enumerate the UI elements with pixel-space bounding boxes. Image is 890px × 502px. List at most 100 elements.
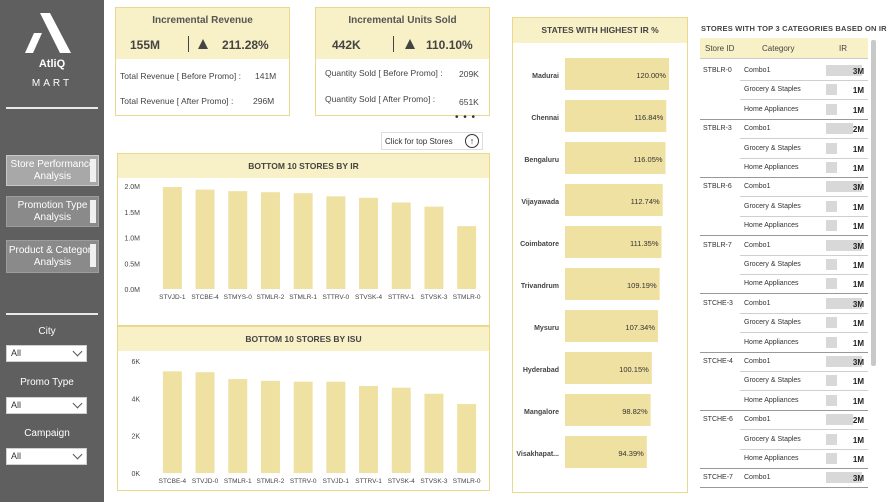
- ir-bar: [826, 200, 838, 212]
- ir-value: 1M: [852, 261, 864, 270]
- category-label: Bengaluru: [524, 157, 559, 164]
- filter-promo-label: Promo Type: [20, 377, 74, 388]
- ir-bar: [826, 278, 837, 290]
- bar: [195, 372, 215, 473]
- data-label: 94.39%: [618, 449, 644, 458]
- table-scrollbar[interactable]: [871, 40, 876, 366]
- table-row[interactable]: STBLR-3 Combo1 2M: [700, 120, 868, 140]
- x-tick-label: STCBE-4: [191, 294, 219, 301]
- cell-category: Grocery & Staples: [744, 86, 801, 94]
- y-tick-label: 0K: [131, 471, 140, 478]
- promo-type-select[interactable]: All: [6, 397, 87, 414]
- ir-value: 2M: [852, 125, 864, 135]
- table-row[interactable]: Grocery & Staples 1M: [700, 81, 868, 101]
- cell-category: Grocery & Staples: [744, 377, 801, 385]
- category-label: Vijayawada: [521, 199, 559, 206]
- table-row[interactable]: Home Appliances 1M: [700, 275, 868, 295]
- table-row[interactable]: Grocery & Staples 1M: [700, 314, 868, 334]
- kpi-title: Incremental Revenue: [152, 15, 253, 26]
- y-tick-label: 0.0M: [124, 287, 140, 294]
- table-header: Store ID Category IR: [700, 38, 868, 59]
- category-label: Coimbatore: [520, 241, 559, 248]
- data-label: 116.05%: [634, 155, 663, 164]
- ir-value: 3M: [852, 358, 864, 367]
- arrow-up-icon: ↑: [465, 134, 479, 148]
- bar: [326, 196, 346, 289]
- cell-category: Grocery & Staples: [744, 261, 801, 268]
- category-label: Mysuru: [534, 325, 559, 332]
- cell-store-id: STCHE-7: [703, 474, 733, 482]
- ir-bar: [826, 317, 838, 329]
- cell-category: Combo1: [744, 67, 771, 74]
- table-row[interactable]: Grocery & Staples 1M: [700, 198, 868, 217]
- cell-ir: 3M: [824, 239, 866, 253]
- kpi-row-label: Quantity Sold [ After Promo] :: [325, 94, 436, 104]
- cell-category: Combo1: [744, 299, 771, 307]
- cell-category: Combo1: [744, 416, 771, 424]
- table-row[interactable]: STBLR-6 Combo1 3M: [700, 178, 868, 198]
- cell-category: Home Appliances: [744, 105, 799, 113]
- table-row[interactable]: Home Appliances 1M: [700, 159, 868, 178]
- bar: [457, 404, 477, 473]
- data-label: 120.00%: [636, 71, 666, 80]
- x-tick-label: STMLR-2: [257, 478, 285, 485]
- table-row[interactable]: Home Appliances 1M: [700, 392, 868, 411]
- cell-ir: 2M: [824, 413, 866, 427]
- table-row[interactable]: Home Appliances 1M: [700, 101, 868, 120]
- table-row[interactable]: Grocery & Staples 1M: [700, 431, 868, 450]
- nav-product-category[interactable]: Product & Category Analysis: [6, 240, 99, 273]
- ir-value: 1M: [852, 86, 864, 96]
- nav-promotion-type[interactable]: Promotion Type Analysis: [6, 196, 99, 227]
- table-row[interactable]: Home Appliances 1M: [700, 217, 868, 237]
- table-row[interactable]: STCHE-7 Combo1 3M: [700, 469, 868, 489]
- campaign-select[interactable]: All: [6, 448, 87, 465]
- table-row[interactable]: STCHE-4 Combo1 3M: [700, 353, 868, 372]
- kpi-incremental-units: Incremental Units Sold 442K 110.10% Quan…: [315, 7, 490, 116]
- kpi-row-label: Total Revenue [ After Promo] :: [120, 96, 234, 106]
- cell-category: Home Appliances: [744, 396, 799, 404]
- table-row[interactable]: Grocery & Staples 1M: [700, 256, 868, 275]
- sidebar-divider: [6, 107, 98, 109]
- table-row[interactable]: STCHE-6 Combo1 2M: [700, 411, 868, 431]
- bar: [260, 380, 280, 473]
- select-value: All: [11, 451, 22, 461]
- filter-city-label: City: [38, 326, 56, 337]
- ir-bar: [826, 259, 838, 270]
- ir-bar: [826, 123, 853, 135]
- cell-category: Combo1: [744, 183, 771, 191]
- table-row[interactable]: Home Appliances 1M: [700, 450, 868, 469]
- nav-store-performance[interactable]: Store Performance Analysis: [6, 155, 99, 186]
- table-row[interactable]: Grocery & Staples 1M: [700, 372, 868, 392]
- kpi-title: Incremental Units Sold: [348, 15, 457, 26]
- bar: [424, 393, 444, 473]
- ir-value: 1M: [852, 144, 864, 154]
- cell-category: Grocery & Staples: [744, 319, 801, 327]
- table-row[interactable]: Home Appliances 1M: [700, 334, 868, 353]
- ir-value: 2M: [852, 416, 864, 426]
- table-row[interactable]: STCHE-3 Combo1 3M: [700, 295, 868, 314]
- cell-store-id: STCHE-6: [703, 416, 733, 424]
- x-tick-label: STMLR-0: [453, 294, 481, 301]
- select-value: All: [11, 400, 22, 410]
- table-row[interactable]: STBLR-0 Combo1 3M: [700, 62, 868, 81]
- cell-ir: 3M: [824, 180, 866, 194]
- header-category: Category: [762, 44, 795, 53]
- x-tick-label: STMLR-1: [224, 478, 252, 485]
- nav-label: Promotion Type Analysis: [17, 199, 88, 223]
- triangle-up-icon: [198, 39, 208, 49]
- ir-bar: [826, 103, 837, 115]
- more-options-icon[interactable]: • • •: [455, 112, 476, 123]
- bar: [326, 381, 346, 473]
- city-select[interactable]: All: [6, 345, 87, 362]
- table-row[interactable]: Grocery & Staples 1M: [700, 140, 868, 159]
- cell-store-id: STBLR-7: [703, 241, 732, 249]
- ir-bar: [826, 433, 838, 445]
- cell-category: Home Appliances: [744, 455, 799, 462]
- ir-bar: [826, 453, 837, 464]
- ir-value: 1M: [852, 202, 864, 212]
- category-label: Chennai: [531, 115, 559, 122]
- x-tick-label: STTRV-1: [355, 478, 382, 485]
- top-stores-button[interactable]: Click for top Stores ↑: [381, 132, 483, 150]
- chevron-down-icon: [72, 398, 83, 409]
- table-row[interactable]: STBLR-7 Combo1 3M: [700, 237, 868, 256]
